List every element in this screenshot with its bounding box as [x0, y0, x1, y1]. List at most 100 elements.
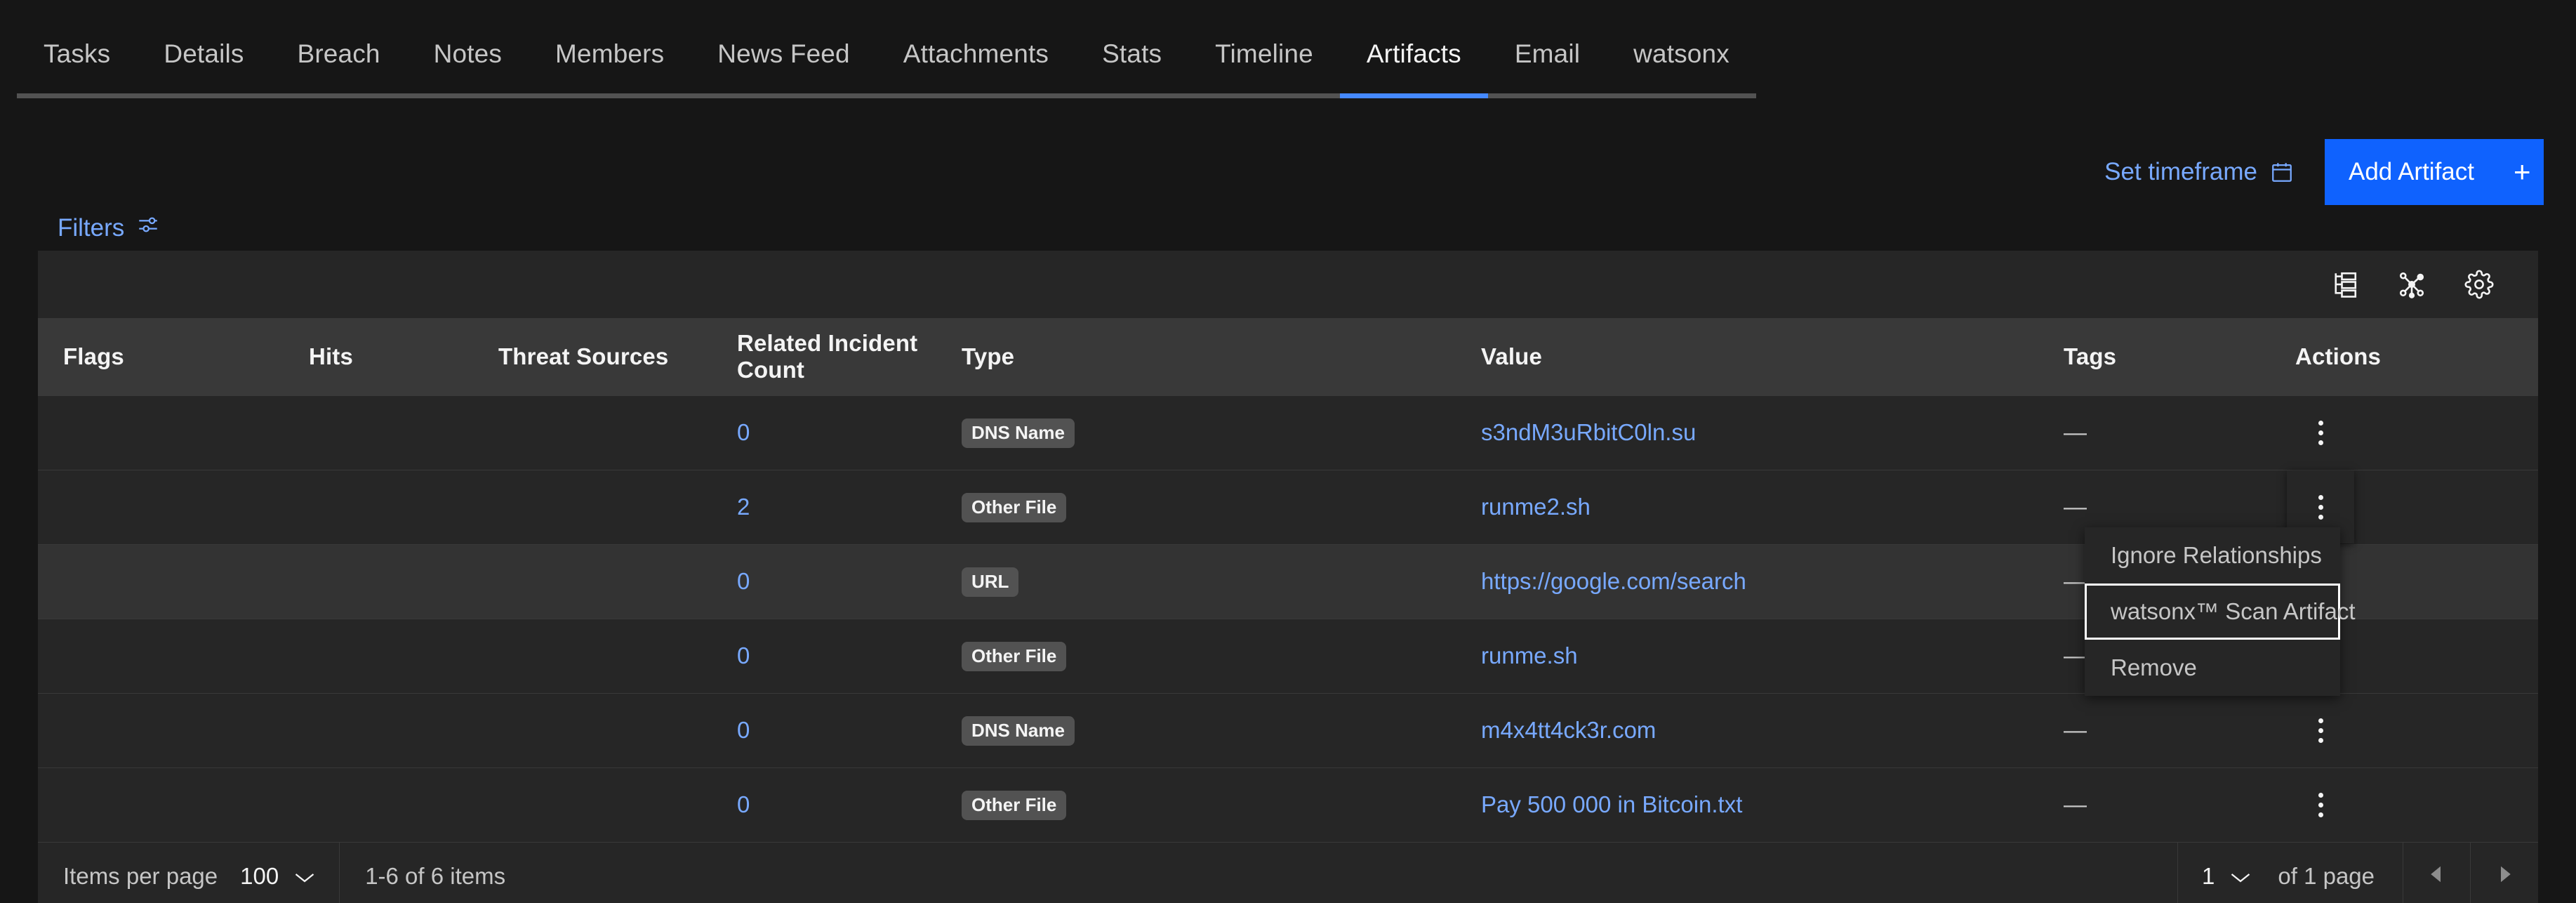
cell-type: Other File: [936, 470, 1456, 544]
set-timeframe-label: Set timeframe: [2104, 158, 2257, 185]
related-incident-count-link[interactable]: 0: [737, 717, 750, 743]
artifact-value-link[interactable]: Pay 500 000 in Bitcoin.txt: [1481, 791, 1742, 817]
artifact-value-link[interactable]: https://google.com/search: [1481, 568, 1746, 594]
tab-underline: [17, 93, 138, 98]
network-graph-icon[interactable]: [2378, 251, 2445, 318]
artifact-overflow-menu: Ignore Relationships watsonx™ Scan Artifa…: [2085, 527, 2355, 696]
filters-button[interactable]: Filters: [53, 212, 164, 244]
overflow-menu-item[interactable]: Remove: [2085, 640, 2340, 696]
cell-hits: [284, 767, 473, 842]
cell-value: Pay 500 000 in Bitcoin.txt: [1456, 767, 2038, 842]
artifact-type-badge: DNS Name: [962, 418, 1075, 448]
column-header-flags[interactable]: Flags: [38, 318, 284, 395]
table-row[interactable]: 0 DNS Name m4x4tt4ck3r.com —: [38, 693, 2538, 767]
cell-actions: [2270, 693, 2538, 767]
cell-value: https://google.com/search: [1456, 544, 2038, 619]
row-overflow-menu-button[interactable]: [2287, 396, 2354, 469]
overflow-dot: [2318, 727, 2323, 733]
tab-email[interactable]: Email: [1487, 0, 1607, 107]
tab-members[interactable]: Members: [529, 0, 691, 107]
calendar-icon: [2270, 159, 2294, 185]
cell-actions: [2270, 767, 2538, 842]
set-timeframe-button[interactable]: Set timeframe: [2086, 139, 2325, 205]
tab-label: Attachments: [903, 39, 1049, 68]
total-pages-text: of 1 page: [2272, 843, 2403, 903]
items-per-page-select[interactable]: 100: [234, 843, 340, 903]
tree-view-icon[interactable]: [2311, 251, 2378, 318]
tab-label: Details: [164, 39, 244, 68]
cell-flags: [38, 395, 284, 470]
cell-related-incident-count: 0: [712, 693, 936, 767]
table-row[interactable]: 0 DNS Name s3ndM3uRbitC0ln.su —: [38, 395, 2538, 470]
tab-breach[interactable]: Breach: [270, 0, 407, 107]
overflow-dot: [2318, 812, 2323, 817]
tab-watsonx[interactable]: watsonx: [1607, 0, 1756, 107]
table-row[interactable]: 0 Other File Pay 500 000 in Bitcoin.txt —: [38, 767, 2538, 842]
artifacts-page: Tasks Details Breach Notes Members News Feed A…: [0, 0, 2576, 903]
artifact-value-link[interactable]: runme2.sh: [1481, 494, 1591, 520]
related-incident-count-link[interactable]: 0: [737, 791, 750, 817]
table-toolbar: [38, 251, 2538, 318]
row-overflow-menu-button[interactable]: [2287, 768, 2354, 841]
tab-news-feed[interactable]: News Feed: [691, 0, 877, 107]
tab-label: Notes: [433, 39, 503, 68]
tab-bar: Tasks Details Breach Notes Members News Feed A…: [0, 0, 2576, 107]
tab-details[interactable]: Details: [137, 0, 271, 107]
column-header-tags[interactable]: Tags: [2038, 318, 2270, 395]
table-head: Flags Hits Threat Sources Related Incide…: [38, 318, 2538, 395]
overflow-dot: [2318, 504, 2323, 510]
next-page-button[interactable]: [2471, 843, 2538, 903]
page-number-select[interactable]: 1: [2177, 843, 2272, 903]
page-number-value: 1: [2202, 862, 2215, 889]
artifact-value-link[interactable]: s3ndM3uRbitC0ln.su: [1481, 419, 1696, 445]
cell-related-incident-count: 0: [712, 767, 936, 842]
tab-tasks[interactable]: Tasks: [17, 0, 138, 107]
column-header-threat-sources[interactable]: Threat Sources: [473, 318, 712, 395]
tab-attachments[interactable]: Attachments: [876, 0, 1076, 107]
tab-underline: [529, 93, 691, 98]
add-artifact-button[interactable]: Add Artifact +: [2325, 139, 2544, 205]
column-header-related-incident-count[interactable]: Related Incident Count: [712, 318, 936, 395]
tab-notes[interactable]: Notes: [406, 0, 529, 107]
cell-type: DNS Name: [936, 395, 1456, 470]
chevron-down-icon: [2230, 863, 2251, 890]
gear-icon[interactable]: [2445, 251, 2513, 318]
tab-underline: [1607, 93, 1756, 98]
related-incident-count-link[interactable]: 0: [737, 642, 750, 668]
cell-related-incident-count: 0: [712, 544, 936, 619]
overflow-menu-item[interactable]: Ignore Relationships: [2085, 527, 2340, 584]
related-incident-count-link[interactable]: 0: [737, 568, 750, 594]
tab-label: watsonx: [1633, 39, 1729, 68]
tab-timeline[interactable]: Timeline: [1188, 0, 1340, 107]
pagination-left: Items per page 100 1-6 of 6 items: [38, 843, 531, 903]
previous-page-button[interactable]: [2403, 843, 2471, 903]
row-overflow-menu-button[interactable]: [2287, 694, 2354, 767]
cell-threat-sources: [473, 470, 712, 544]
items-per-page-label: Items per page: [63, 862, 218, 889]
cell-tags: —: [2064, 717, 2087, 743]
overflow-menu-item[interactable]: watsonx™ Scan Artifact: [2085, 584, 2355, 640]
column-header-hits[interactable]: Hits: [284, 318, 473, 395]
related-incident-count-link[interactable]: 0: [737, 419, 750, 445]
column-header-value[interactable]: Value: [1456, 318, 2038, 395]
column-header-type[interactable]: Type: [936, 318, 1456, 395]
tab-underline: [1487, 93, 1607, 98]
tab-underline: [691, 93, 877, 98]
cell-related-incident-count: 0: [712, 395, 936, 470]
pagination-range-text: 1-6 of 6 items: [365, 862, 506, 889]
artifact-type-badge: URL: [962, 567, 1019, 597]
cell-type: Other File: [936, 767, 1456, 842]
artifact-value-link[interactable]: m4x4tt4ck3r.com: [1481, 717, 1656, 743]
tab-underline: [137, 93, 271, 98]
artifact-value-link[interactable]: runme.sh: [1481, 642, 1578, 668]
cell-threat-sources: [473, 544, 712, 619]
cell-hits: [284, 619, 473, 693]
tab-stats[interactable]: Stats: [1075, 0, 1189, 107]
related-incident-count-link[interactable]: 2: [737, 494, 750, 520]
overflow-dot: [2318, 420, 2323, 426]
tab-underline: [406, 93, 529, 98]
cell-flags: [38, 619, 284, 693]
tab-underline: [1188, 93, 1340, 98]
tab-artifacts[interactable]: Artifacts: [1339, 0, 1488, 107]
chevron-down-icon: [294, 863, 315, 890]
